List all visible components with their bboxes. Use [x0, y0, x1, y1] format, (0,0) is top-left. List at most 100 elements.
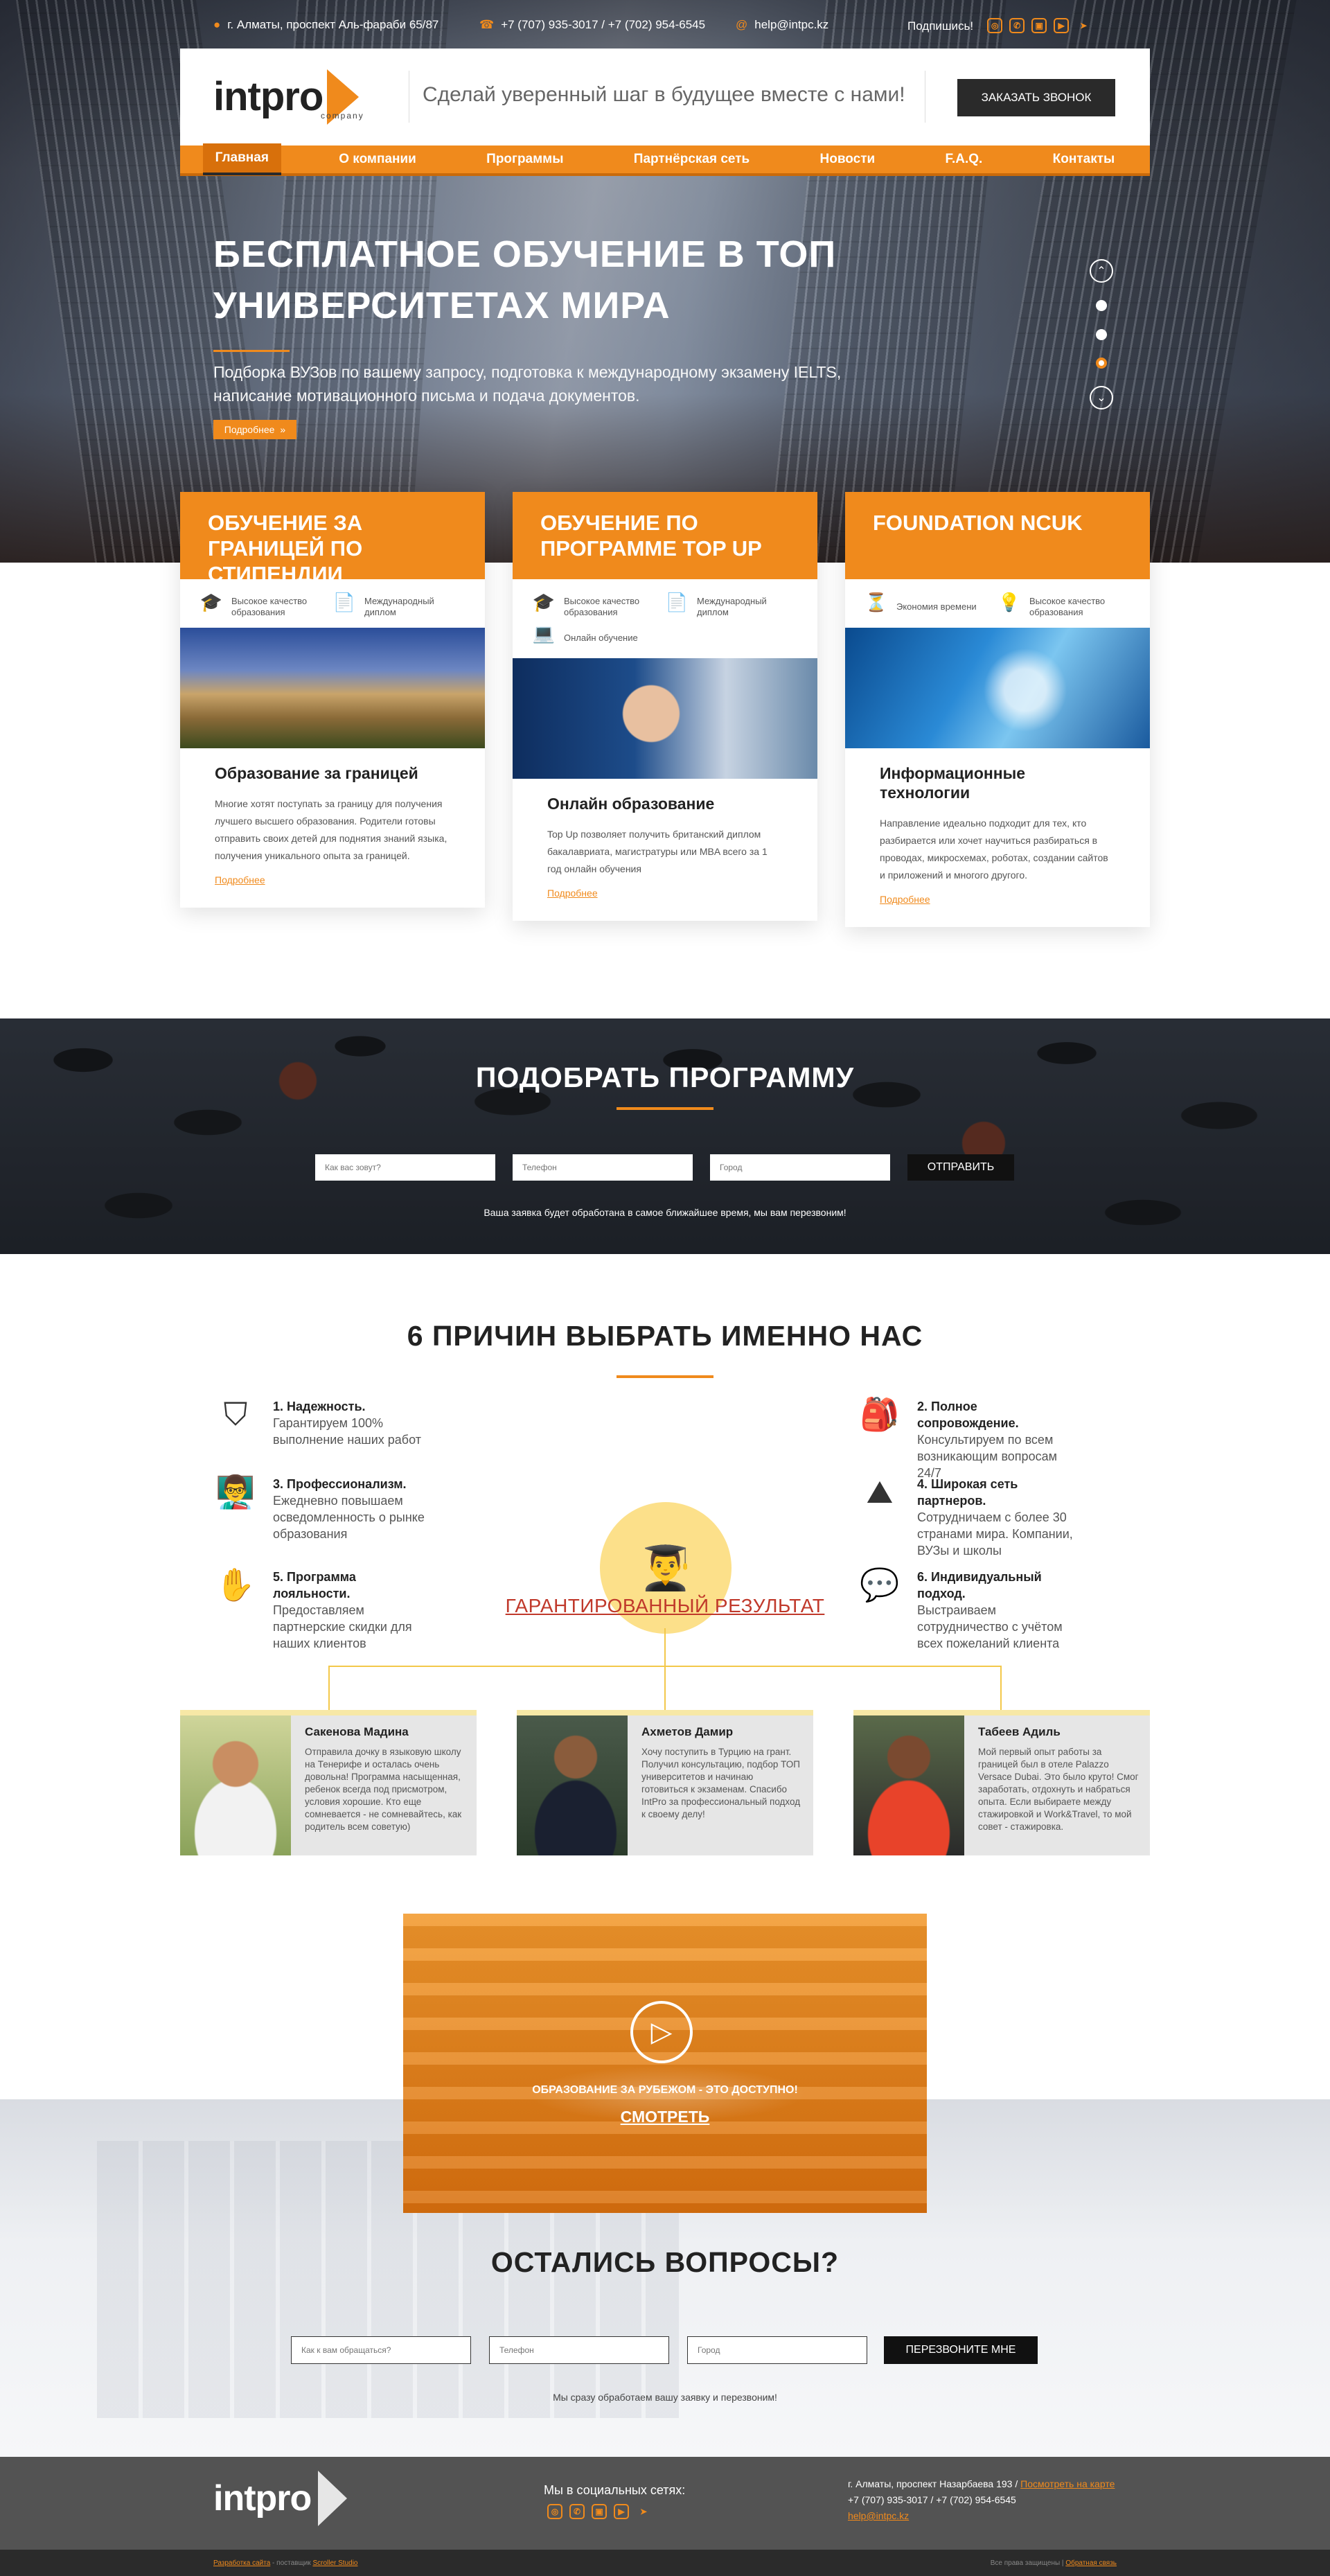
instagram-alt-icon[interactable]: ▣ [1031, 18, 1047, 33]
logo[interactable]: intpro company [213, 69, 363, 125]
chevron-down-icon: ⌄ [1097, 392, 1106, 404]
phone-item[interactable]: ☎ +7 (707) 935-3017 / +7 (702) 954-6545 [479, 18, 705, 32]
nav-item-home[interactable]: Главная [202, 143, 281, 175]
map-link[interactable]: Посмотреть на карте [1020, 2478, 1115, 2489]
card-features: ⏳ Экономия времени 💡 Высокое качество обра… [845, 579, 1150, 628]
card-more-link[interactable]: Подробнее [215, 874, 265, 885]
shield-hand-icon: ⛉ [223, 1396, 248, 1432]
connector-line [328, 1666, 330, 1710]
city-input[interactable] [710, 1154, 890, 1181]
play-icon: ▷ [650, 2017, 673, 2047]
send-button[interactable]: ОТПРАВИТЬ [907, 1154, 1014, 1181]
nav-item-about[interactable]: О компании [326, 145, 429, 174]
reasons-title: 6 ПРИЧИН ВЫБРАТЬ ИМЕННО НАС [407, 1320, 923, 1352]
instagram-alt-icon[interactable]: ▣ [592, 2504, 607, 2519]
card-feature: 🎓 Высокое качество образования [200, 593, 332, 618]
card-feature: 📄 Международный диплом [332, 593, 466, 618]
phone-icon: ☎ [479, 18, 495, 31]
subscribe-item: Подпишись! ◎ ✆ ▣ ▶ ➤ [907, 18, 1091, 35]
telegram-icon[interactable]: ➤ [636, 2505, 651, 2521]
nav-item-contacts[interactable]: Контакты [1040, 145, 1128, 174]
main-nav: Главная О компании Программы Партнёрская… [180, 143, 1150, 176]
hero-section: ● г. Алматы, проспект Аль-фараби 65/87 ☎… [0, 0, 1330, 563]
footer-phones[interactable]: +7 (707) 935-3017 / +7 (702) 954-6545 [848, 2492, 1115, 2508]
chevron-up-icon: ⌃ [1097, 265, 1106, 277]
online-learning-icon: 💻 [532, 623, 556, 644]
questions-title: ОСТАЛИСЬ ВОПРОСЫ? [490, 2246, 840, 2278]
nav-item-programs[interactable]: Программы [474, 145, 576, 174]
testimonial-name: Ахметов Дамир [641, 1725, 734, 1738]
whatsapp-icon[interactable]: ✆ [1009, 18, 1025, 33]
phone-input[interactable] [513, 1154, 693, 1181]
studio-link[interactable]: Scroller Studio [312, 2559, 357, 2567]
feature-label: Онлайн обучение [564, 633, 638, 643]
instagram-icon[interactable]: ◎ [547, 2504, 562, 2519]
subscribe-label: Подпишись! [907, 19, 974, 33]
testimonial-card: Ахметов Дамир Хочу поступить в Турцию на… [517, 1710, 813, 1855]
card-feature: 📄 Международный диплом [665, 593, 798, 618]
youtube-icon[interactable]: ▶ [614, 2504, 629, 2519]
testimonial-text: Хочу поступить в Турцию на грант. Получи… [641, 1747, 801, 1819]
call-me-button[interactable]: ПЕРЕЗВОНИТЕ МНЕ [884, 2336, 1038, 2364]
footer-email[interactable]: help@intpc.kz [848, 2510, 909, 2521]
pick-program-section: ПОДОБРАТЬ ПРОГРАММУ ОТПРАВИТЬ Ваша заявк… [0, 1018, 1330, 1254]
city-input[interactable] [687, 2336, 867, 2364]
address-text: г. Алматы, проспект Аль-фараби 65/87 [227, 18, 439, 31]
whatsapp-icon[interactable]: ✆ [569, 2504, 585, 2519]
name-input[interactable] [291, 2336, 471, 2364]
video-block[interactable]: ▷ ОБРАЗОВАНИЕ ЗА РУБЕЖОМ - ЭТО ДОСТУПНО!… [403, 1914, 927, 2213]
card-feature: 💻 Онлайн обучение [532, 623, 665, 649]
slider-dot-1[interactable] [1096, 300, 1107, 311]
feature-label: Высокое качество образования [231, 596, 308, 617]
logo-chevron-icon [318, 2471, 348, 2526]
footer-logo[interactable]: intpro [213, 2471, 348, 2526]
email-item[interactable]: @ help@intpc.kz [736, 18, 828, 32]
card-more-link[interactable]: Подробнее [547, 888, 598, 899]
instagram-icon[interactable]: ◎ [987, 18, 1003, 33]
nav-item-partners[interactable]: Партнёрская сеть [621, 145, 762, 174]
hero-subtitle: Подборка ВУЗов по вашему запросу, подгот… [213, 363, 842, 405]
connector-line [664, 1666, 666, 1710]
testimonial-name: Сакенова Мадина [305, 1725, 409, 1738]
card-image-tech [845, 628, 1150, 748]
nav-item-news[interactable]: Новости [808, 145, 888, 174]
play-button[interactable]: ▷ [630, 2001, 693, 2063]
slider-dot-3-active[interactable] [1096, 358, 1107, 369]
card-title: Образование за границей [215, 764, 418, 782]
nav-item-faq[interactable]: F.A.Q. [933, 145, 995, 174]
reason-item: ⛰ 4. Широкая сеть партнеров. Сотрудничаем… [856, 1476, 1078, 1559]
reason-text: Гарантируем 100% выполнение наших работ [273, 1416, 421, 1447]
header: intpro company Сделай уверенный шаг в бу… [180, 48, 1150, 145]
title-accent-line [617, 1375, 713, 1378]
logo-text: intpro [213, 74, 323, 119]
reason-item: 🎒 2. Полное сопровождение. Консультируем … [856, 1398, 1078, 1481]
phone-input[interactable] [489, 2336, 669, 2364]
reason-title: 1. Надежность. [273, 1400, 366, 1413]
card-text: Многие хотят поступать за границу для по… [215, 798, 447, 861]
testimonial-card: Табеев Адиль Мой первый опыт работы за г… [853, 1710, 1150, 1855]
card-more-link[interactable]: Подробнее [880, 894, 930, 905]
name-input[interactable] [315, 1154, 495, 1181]
watch-link[interactable]: СМОТРЕТЬ [403, 2108, 927, 2126]
hero-more-button[interactable]: Подробнее » [213, 420, 296, 439]
phone-text[interactable]: +7 (707) 935-3017 / +7 (702) 954-6545 [501, 18, 705, 32]
reason-title: 2. Полное сопровождение. [917, 1400, 1019, 1430]
email-text[interactable]: help@intpc.kz [754, 18, 828, 32]
social-title: Мы в социальных сетях: [544, 2483, 686, 2497]
guarantee-link[interactable]: ГАРАНТИРОВАННЫЙ РЕЗУЛЬТАТ [0, 1595, 1330, 1617]
slider-dot-2[interactable] [1096, 329, 1107, 340]
mountain-flag-icon: ⛰ [866, 1474, 894, 1510]
slider-up-button[interactable]: ⌃ [1090, 259, 1113, 283]
graduate-icon: 👨‍🎓 [639, 1544, 693, 1592]
telegram-icon[interactable]: ➤ [1076, 19, 1091, 35]
reason-item: 👨‍🏫 3. Профессионализм. Ежедневно повышае… [212, 1476, 434, 1542]
card-image-university [180, 628, 485, 748]
reason-text: Сотрудничаем с более 30 странами мира. К… [917, 1510, 1073, 1558]
at-icon: @ [736, 18, 748, 31]
youtube-icon[interactable]: ▶ [1054, 18, 1070, 33]
video-text: ОБРАЗОВАНИЕ ЗА РУБЕЖОМ - ЭТО ДОСТУПНО! [532, 2084, 798, 2096]
order-call-button[interactable]: ЗАКАЗАТЬ ЗВОНОК [957, 79, 1115, 116]
slider-down-button[interactable]: ⌄ [1090, 386, 1113, 409]
dev-link[interactable]: Разработка сайта [213, 2559, 270, 2567]
feedback-link[interactable]: Обратная связь [1065, 2559, 1117, 2567]
